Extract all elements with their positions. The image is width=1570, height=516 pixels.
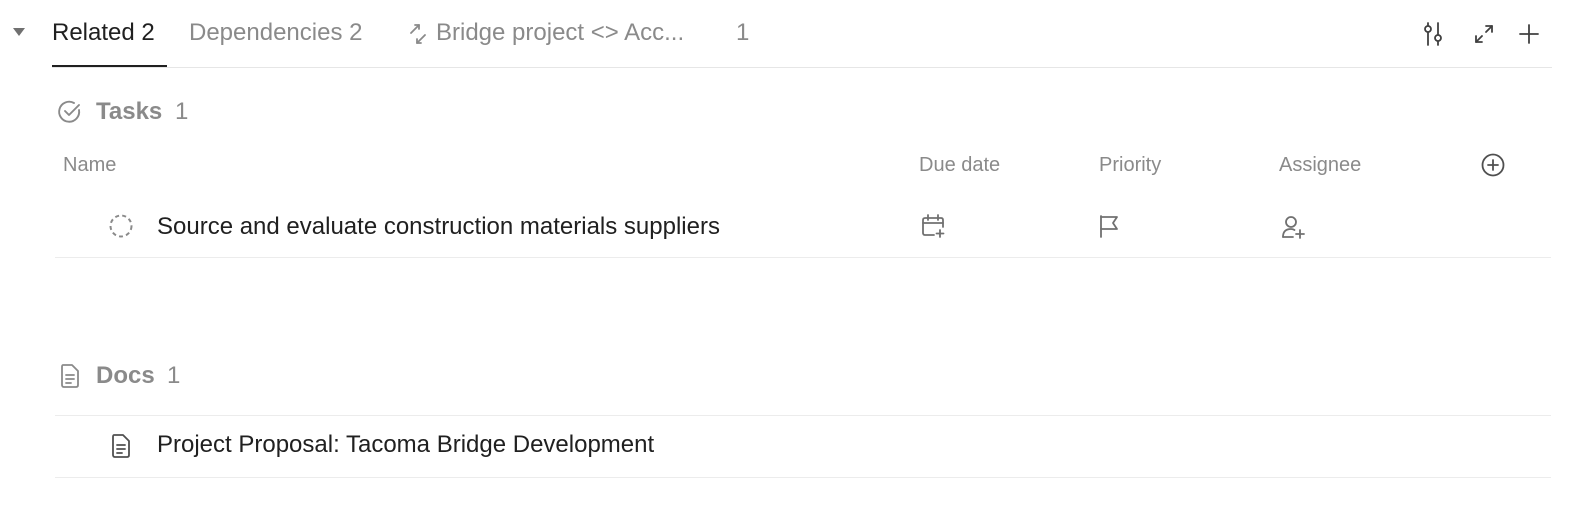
column-header-due-date[interactable]: Due date [919,152,1000,178]
expand-button[interactable] [1470,20,1498,48]
plus-icon [1518,23,1540,45]
user-plus-icon[interactable] [1279,213,1307,241]
tab-dependencies-label: Dependencies [189,19,343,46]
expand-icon [1473,23,1495,45]
column-header-priority[interactable]: Priority [1099,152,1161,178]
docs-section-title[interactable]: Docs [96,361,155,391]
tab-related-label: Related [52,19,135,46]
tab-related[interactable]: Related 2 [52,18,155,48]
tab-bridge-count: 1 [736,19,750,46]
doc-name[interactable]: Project Proposal: Tacoma Bridge Developm… [157,430,654,460]
tab-dependencies-count: 2 [349,19,363,46]
tab-bridge-project[interactable]: Bridge project <> Acc... [404,18,684,48]
tab-bar: Related 2 Dependencies 2 Bridge project … [0,0,1570,68]
column-header-name[interactable]: Name [63,152,116,178]
dashed-circle-icon[interactable] [107,212,135,240]
task-row-divider [55,257,1551,258]
tab-bridge-label: Bridge project <> Acc... [436,19,685,46]
document-icon [56,362,84,390]
tasks-section-title[interactable]: Tasks [96,97,162,127]
check-circle-icon [56,98,84,126]
table-row[interactable]: Source and evaluate construction materia… [55,196,1551,257]
flag-icon[interactable] [1095,212,1123,240]
tab-related-count: 2 [141,19,155,46]
docs-count: 1 [167,362,181,389]
sync-arrows-icon [404,20,432,48]
calendar-plus-icon[interactable] [919,212,947,240]
tab-bar-divider [52,67,1552,68]
settings-button[interactable] [1419,20,1447,48]
document-icon [107,432,135,460]
column-header-assignee[interactable]: Assignee [1279,152,1361,178]
sliders-icon [1421,21,1445,47]
plus-circle-icon[interactable] [1479,151,1507,179]
tab-dependencies[interactable]: Dependencies 2 [189,18,362,48]
add-button[interactable] [1515,20,1543,48]
list-item[interactable]: Project Proposal: Tacoma Bridge Developm… [55,416,1551,477]
tasks-count: 1 [175,98,189,125]
task-name[interactable]: Source and evaluate construction materia… [157,212,720,242]
caret-down-icon[interactable] [8,22,30,42]
doc-row-divider [55,477,1551,478]
